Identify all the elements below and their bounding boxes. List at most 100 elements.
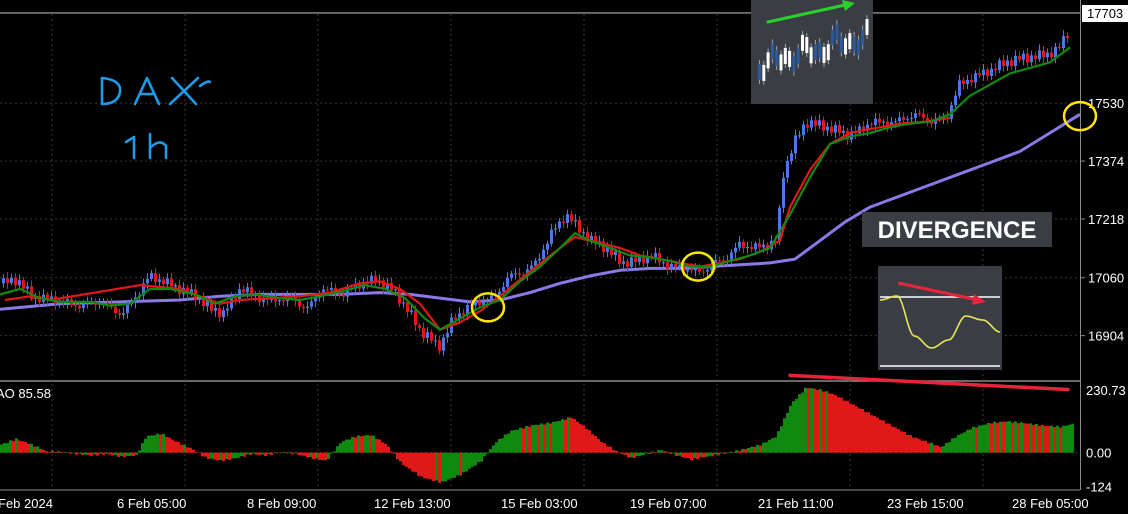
inset-candle-body xyxy=(775,50,779,67)
inset-candle-body xyxy=(792,55,796,72)
oscillator-bar xyxy=(690,452,693,461)
candle-body xyxy=(842,130,845,134)
oscillator-bar xyxy=(264,452,267,457)
candle-body xyxy=(158,279,161,282)
candle-body xyxy=(1030,55,1033,63)
oscillator-bar xyxy=(780,426,783,453)
candle-body xyxy=(146,278,149,284)
candle-body xyxy=(538,258,541,261)
oscillator-bar xyxy=(354,437,357,453)
oscillator-bar xyxy=(771,438,774,453)
candle-body xyxy=(1022,53,1025,60)
candle-body xyxy=(542,249,545,259)
oscillator-bar xyxy=(642,452,645,456)
oscillator-bar xyxy=(840,397,843,453)
candle-body xyxy=(582,232,585,234)
candle-body xyxy=(670,263,673,270)
oscillator-bar xyxy=(777,431,780,453)
oscillator-bar xyxy=(531,425,534,453)
oscillator-bar xyxy=(1032,425,1035,453)
oscillator-bar xyxy=(321,452,324,461)
oscillator-bar xyxy=(609,446,612,453)
oscillator-bar xyxy=(891,426,894,453)
oscillator-bar xyxy=(291,452,294,455)
oscillator-bar xyxy=(111,452,114,456)
oscillator-bar xyxy=(792,401,795,453)
oscillator-bar xyxy=(798,394,801,453)
oscillator-bar xyxy=(444,452,447,482)
oscillator-bar xyxy=(663,451,666,453)
oscillator-bar xyxy=(591,434,594,453)
oscillator-bar xyxy=(861,408,864,453)
oscillator-bar xyxy=(54,452,57,454)
oscillator-bar xyxy=(669,452,672,454)
oscillator-bar xyxy=(369,435,372,453)
oscillator-bar xyxy=(1059,427,1062,453)
oscillator-bar xyxy=(237,452,240,458)
candle-body xyxy=(534,260,537,266)
candle-body xyxy=(870,124,873,126)
oscillator-bar xyxy=(267,452,270,455)
oscillator-tick-label: 0.00 xyxy=(1086,446,1111,461)
oscillator-bar xyxy=(618,452,621,454)
oscillator-bar xyxy=(447,452,450,480)
oscillator-bar xyxy=(342,441,345,453)
oscillator-bar xyxy=(828,393,831,453)
oscillator-bar xyxy=(1050,425,1053,453)
oscillator-bar xyxy=(807,388,810,453)
oscillator-bar xyxy=(75,452,78,455)
handwritten-dax-1h-note xyxy=(100,76,212,160)
candle-body xyxy=(78,305,81,309)
oscillator-bar xyxy=(336,446,339,453)
oscillator-bar xyxy=(327,452,330,459)
oscillator-bar xyxy=(648,452,651,454)
oscillator-bar xyxy=(228,452,231,461)
oscillator-bar xyxy=(702,452,705,458)
oscillator-bar xyxy=(456,452,459,476)
oscillator-bar xyxy=(687,452,690,459)
oscillator-bar xyxy=(1029,423,1032,453)
candle-body xyxy=(462,313,465,315)
oscillator-bar xyxy=(741,449,744,453)
oscillator-bar xyxy=(636,452,639,456)
candle-body xyxy=(162,279,165,285)
oscillator-bar xyxy=(438,452,441,483)
oscillator-bar xyxy=(774,437,777,453)
candle-body xyxy=(430,332,433,341)
inset-candle-body xyxy=(852,35,856,52)
oscillator-bar xyxy=(909,434,912,453)
oscillator-bar xyxy=(831,393,834,453)
time-tick-label: 23 Feb 15:00 xyxy=(887,496,964,511)
oscillator-bar xyxy=(1053,427,1056,453)
oscillator-bar xyxy=(942,446,945,453)
candle-body xyxy=(214,308,217,311)
candle-body xyxy=(242,289,245,293)
candle-body xyxy=(1062,35,1065,49)
candle-body xyxy=(782,177,785,208)
oscillator-bar xyxy=(540,423,543,453)
oscillator-bar xyxy=(870,415,873,453)
candle-body xyxy=(706,269,709,272)
candle-body xyxy=(798,135,801,137)
oscillator-bar xyxy=(156,433,159,453)
candle-body xyxy=(154,273,157,282)
oscillator-bar xyxy=(759,445,762,453)
oscillator-bar xyxy=(258,452,261,455)
candle-body xyxy=(546,243,549,250)
oscillator-bar xyxy=(294,452,297,454)
oscillator-bar xyxy=(744,449,747,453)
candle-body xyxy=(1018,55,1021,60)
candle-body xyxy=(126,304,129,314)
candle-body xyxy=(698,267,701,272)
candle-body xyxy=(306,306,309,309)
candle-body xyxy=(874,118,877,125)
oscillator-bar xyxy=(18,440,21,453)
candle-body xyxy=(742,241,745,249)
oscillator-bar xyxy=(465,452,468,472)
candle-body xyxy=(630,257,633,267)
oscillator-bar xyxy=(150,435,153,453)
oscillator-bar xyxy=(234,452,237,459)
oscillator-bar xyxy=(606,446,609,453)
inset-candle-body xyxy=(856,39,860,56)
oscillator-bar xyxy=(360,436,363,453)
